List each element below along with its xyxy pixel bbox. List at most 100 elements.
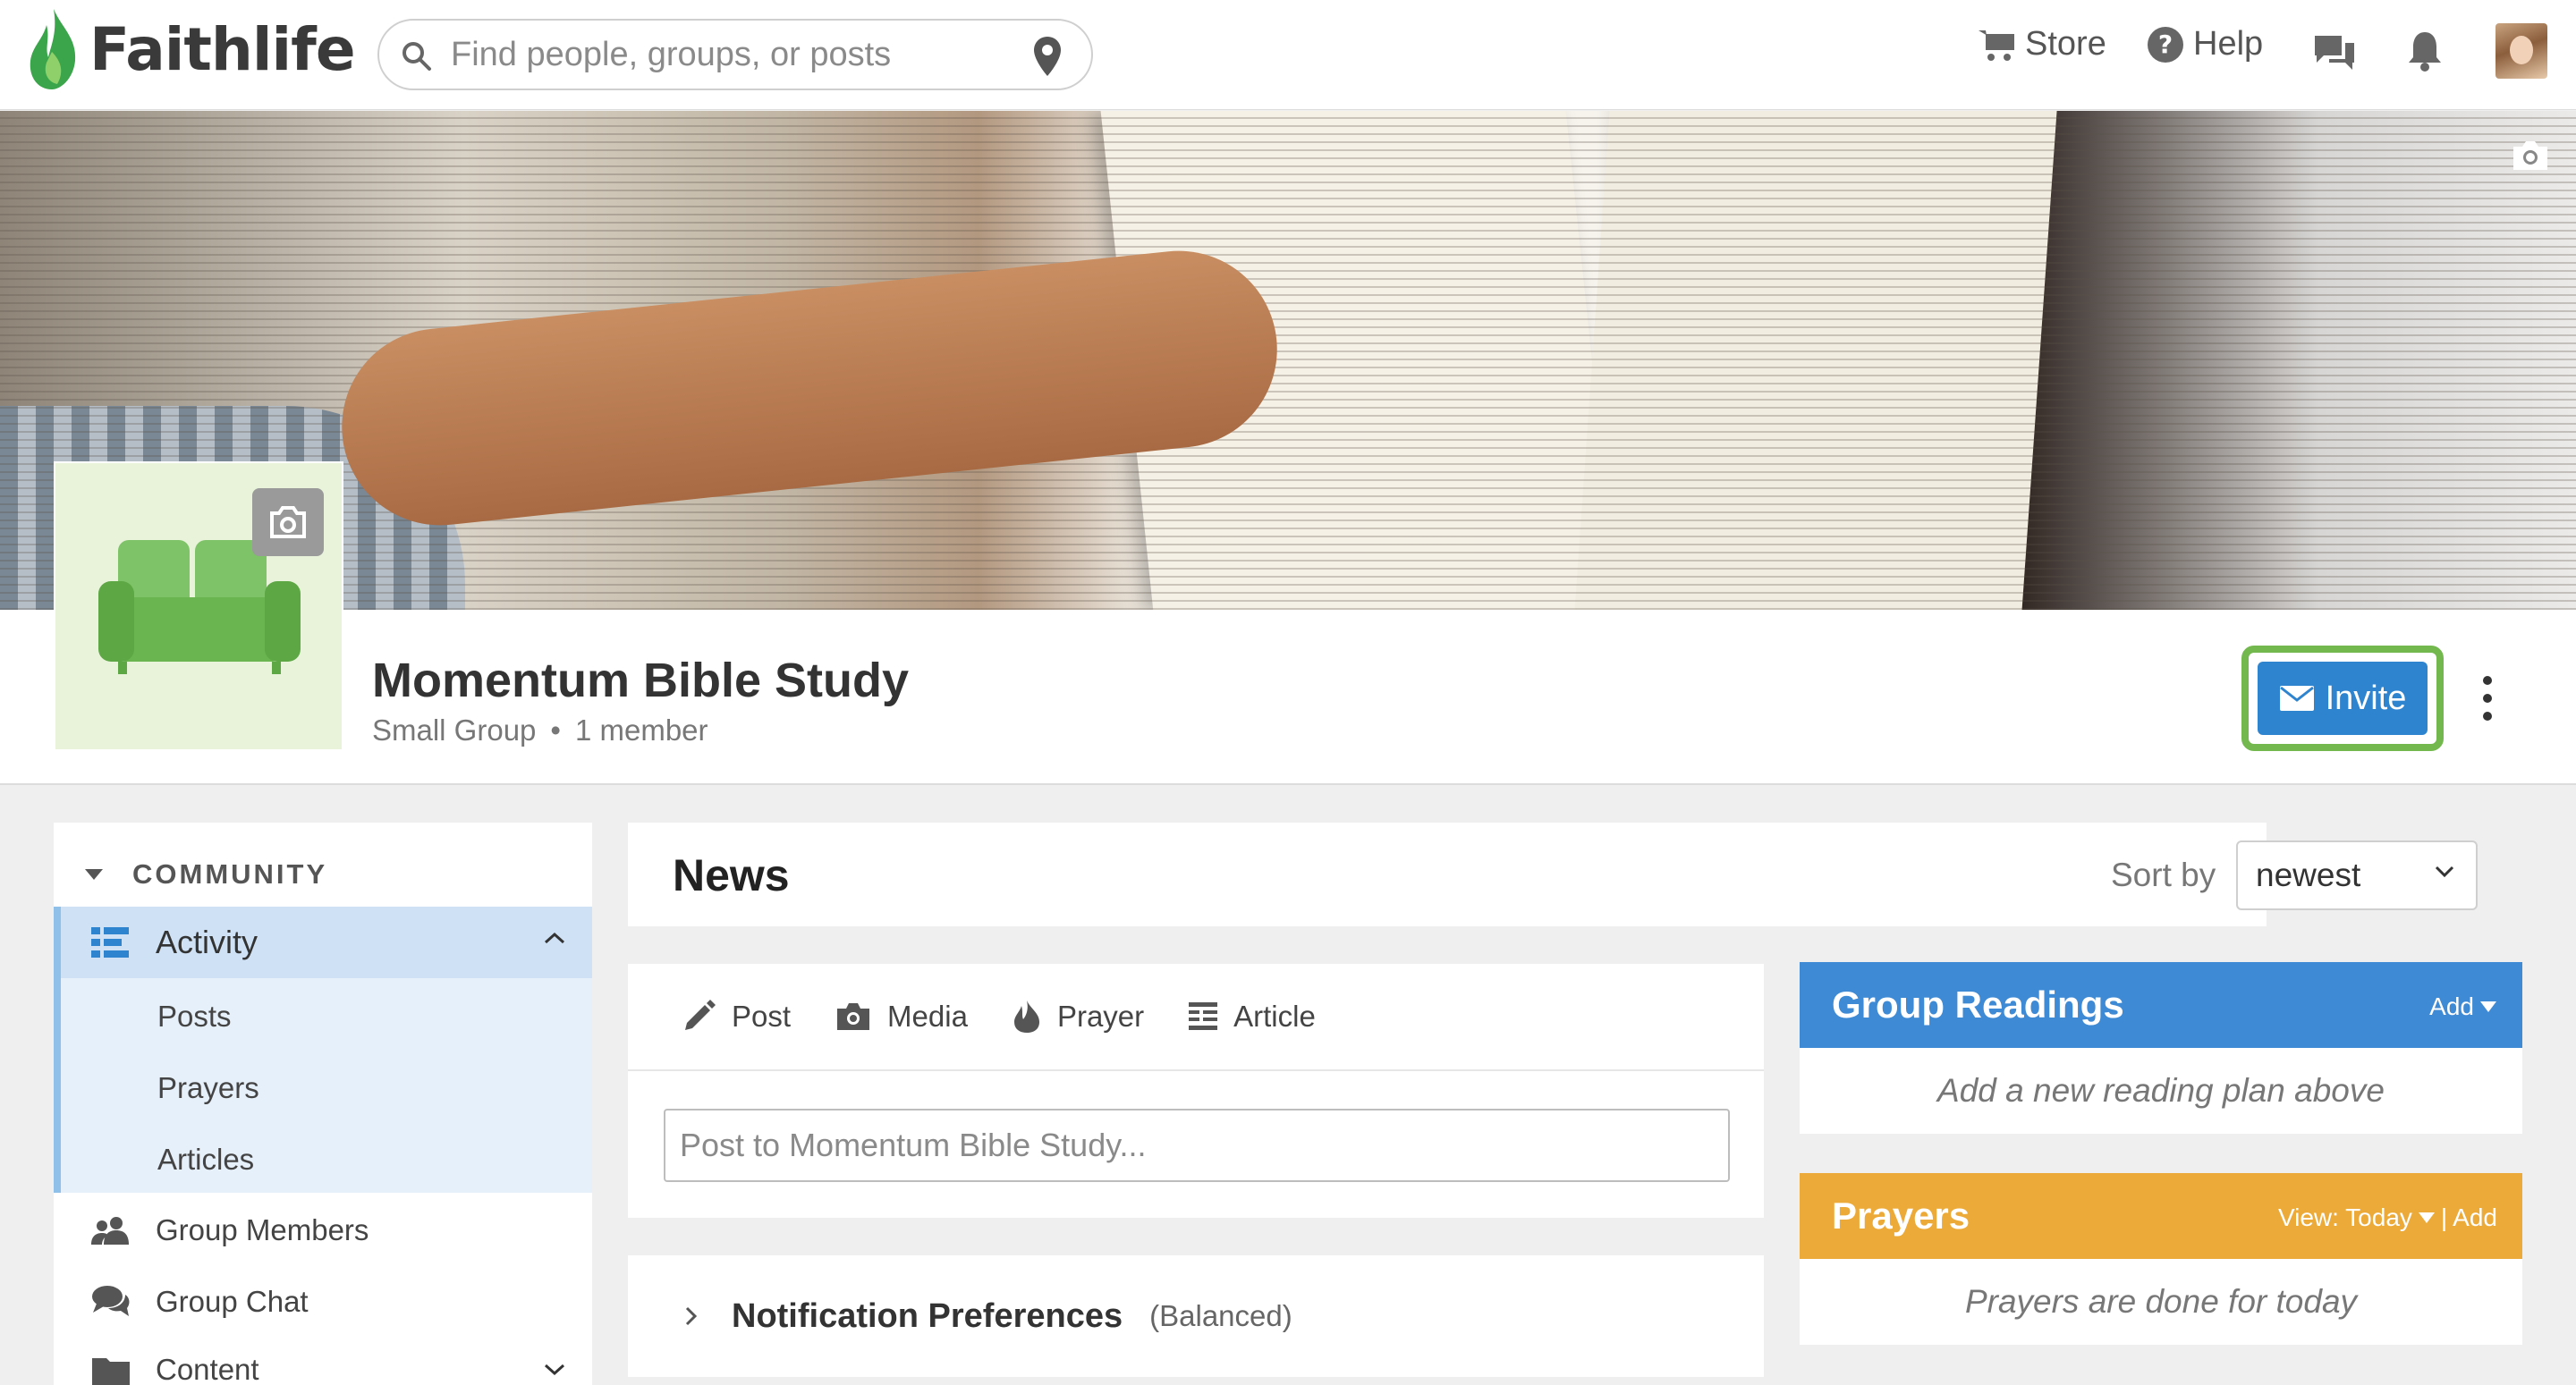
camera-icon	[270, 506, 306, 538]
sidebar-item-label: Group Members	[156, 1213, 369, 1246]
tab-label: Post	[732, 1000, 792, 1033]
search-icon	[402, 42, 431, 71]
notification-title: Notification Preferences	[732, 1296, 1123, 1335]
sort-value: newest	[2256, 857, 2361, 893]
composer-tabs: Post Media Prayer Article	[682, 1000, 1360, 1034]
envelope-icon	[2279, 686, 2314, 711]
more-dot	[2483, 712, 2492, 721]
sidebar-item-activity[interactable]: Activity	[61, 907, 592, 978]
sort-by-label: Sort by	[2111, 857, 2216, 893]
change-avatar-button[interactable]	[252, 488, 324, 556]
prayers-widget: Prayers View: Today | Add Prayers are do…	[1800, 1173, 2522, 1345]
group-type: Small Group	[372, 714, 537, 747]
group-readings-empty: Add a new reading plan above	[1937, 1072, 2385, 1109]
caret-down-icon	[2418, 1212, 2435, 1223]
sidebar-item-content[interactable]: Content	[54, 1336, 592, 1385]
change-cover-camera-icon[interactable]	[2510, 138, 2551, 173]
tab-article[interactable]: Article	[1189, 1000, 1316, 1034]
svg-text:?: ?	[2158, 30, 2173, 59]
invite-button[interactable]: Invite	[2258, 662, 2428, 735]
sidebar-subitem-posts[interactable]: Posts	[157, 1000, 232, 1034]
flame-icon	[1013, 1000, 1041, 1034]
prayers-empty: Prayers are done for today	[1964, 1283, 2358, 1320]
tab-label: Prayer	[1056, 1000, 1145, 1033]
prayers-view-filter[interactable]: View: Today	[2278, 1203, 2412, 1232]
chevron-down-icon[interactable]	[544, 1364, 565, 1376]
prayers-header: Prayers View: Today | Add	[1800, 1173, 2522, 1259]
sidebar-item-group-chat[interactable]: Group Chat	[54, 1268, 592, 1336]
caret-down-icon	[85, 869, 103, 880]
composer-divider	[628, 1069, 1764, 1071]
prayers-title: Prayers	[1832, 1195, 1970, 1237]
tab-post[interactable]: Post	[682, 1000, 791, 1034]
more-options-button[interactable]	[2474, 676, 2501, 721]
avatar-face	[2510, 36, 2533, 64]
post-input[interactable]	[664, 1109, 1730, 1182]
activity-list-icon	[91, 927, 129, 958]
cover-banner	[0, 111, 2576, 610]
group-readings-title: Group Readings	[1832, 984, 2124, 1026]
meta-separator: •	[550, 714, 561, 747]
tab-media[interactable]: Media	[835, 1000, 968, 1034]
more-dot	[2483, 676, 2492, 685]
sort-select[interactable]: newest	[2236, 840, 2478, 910]
logo-text: Faithlife	[89, 14, 356, 84]
readings-add-label: Add	[2429, 992, 2474, 1020]
group-readings-widget: Group Readings Add Add a new reading pla…	[1800, 962, 2522, 1134]
chevron-up-icon[interactable]	[544, 932, 565, 944]
post-composer: Post Media Prayer Article Post to Moment…	[628, 964, 1764, 1218]
faithlife-logo[interactable]: Faithlife	[25, 7, 356, 91]
notification-preferences[interactable]: Notification Preferences (Balanced)	[628, 1255, 1764, 1377]
flame-logo-icon	[30, 9, 76, 89]
store-label: Store	[2025, 25, 2106, 63]
top-bar: Faithlife Store ? Help	[0, 0, 2576, 110]
bell-icon[interactable]	[2406, 29, 2444, 73]
caret-down-icon	[2480, 1001, 2496, 1012]
folder-icon	[91, 1355, 131, 1385]
user-avatar[interactable]	[2496, 23, 2547, 79]
tab-label: Article	[1233, 1000, 1316, 1033]
search-box[interactable]	[377, 19, 1093, 90]
chevron-right-icon	[685, 1306, 698, 1326]
invite-label: Invite	[2325, 679, 2407, 717]
sidebar-subitem-prayers[interactable]: Prayers	[157, 1071, 259, 1105]
member-count[interactable]: 1 member	[575, 714, 708, 747]
camera-icon	[835, 1001, 871, 1032]
notification-level: (Balanced)	[1149, 1299, 1292, 1332]
help-icon: ?	[2148, 26, 2183, 63]
help-label: Help	[2193, 25, 2264, 63]
help-link[interactable]: ? Help	[2147, 25, 2263, 63]
activity-group: Activity Posts Prayers Articles	[54, 907, 592, 1193]
sidebar-item-label: Activity	[156, 924, 258, 960]
tab-prayer[interactable]: Prayer	[1013, 1000, 1144, 1034]
readings-add-button[interactable]: Add	[2429, 992, 2497, 1021]
sidebar: COMMUNITY Activity Posts Prayers Article…	[54, 823, 592, 1385]
group-readings-header: Group Readings Add	[1800, 962, 2522, 1048]
community-heading-label: COMMUNITY	[132, 858, 328, 890]
community-heading[interactable]: COMMUNITY	[54, 848, 592, 901]
search-input[interactable]	[451, 31, 1005, 78]
tab-label: Media	[887, 1000, 968, 1033]
group-members-icon	[91, 1216, 131, 1245]
pencil-icon	[682, 1000, 716, 1034]
actions-divider: |	[2440, 1203, 2448, 1231]
group-meta: Small Group • 1 member	[372, 714, 708, 747]
store-link[interactable]: Store	[1977, 25, 2106, 63]
sidebar-item-group-members[interactable]: Group Members	[54, 1196, 592, 1264]
news-bar: News Sort by newest	[628, 823, 2478, 926]
chevron-down-icon	[2435, 866, 2454, 878]
sidebar-item-label: Group Chat	[156, 1285, 309, 1318]
prayers-add-button[interactable]: Add	[2453, 1203, 2497, 1232]
group-title: Momentum Bible Study	[372, 654, 910, 707]
prayers-actions: View: Today | Add	[2278, 1203, 2497, 1232]
group-avatar	[54, 461, 343, 751]
sidebar-item-label: Content	[156, 1353, 259, 1385]
sidebar-subitem-articles[interactable]: Articles	[157, 1143, 254, 1177]
invite-highlight: Invite	[2241, 646, 2444, 751]
news-title: News	[673, 850, 790, 900]
group-chat-icon	[91, 1284, 131, 1320]
chat-icon[interactable]	[2311, 32, 2358, 73]
cart-icon	[1979, 30, 2014, 61]
location-pin-icon[interactable]	[1032, 35, 1063, 78]
more-dot	[2483, 694, 2492, 703]
